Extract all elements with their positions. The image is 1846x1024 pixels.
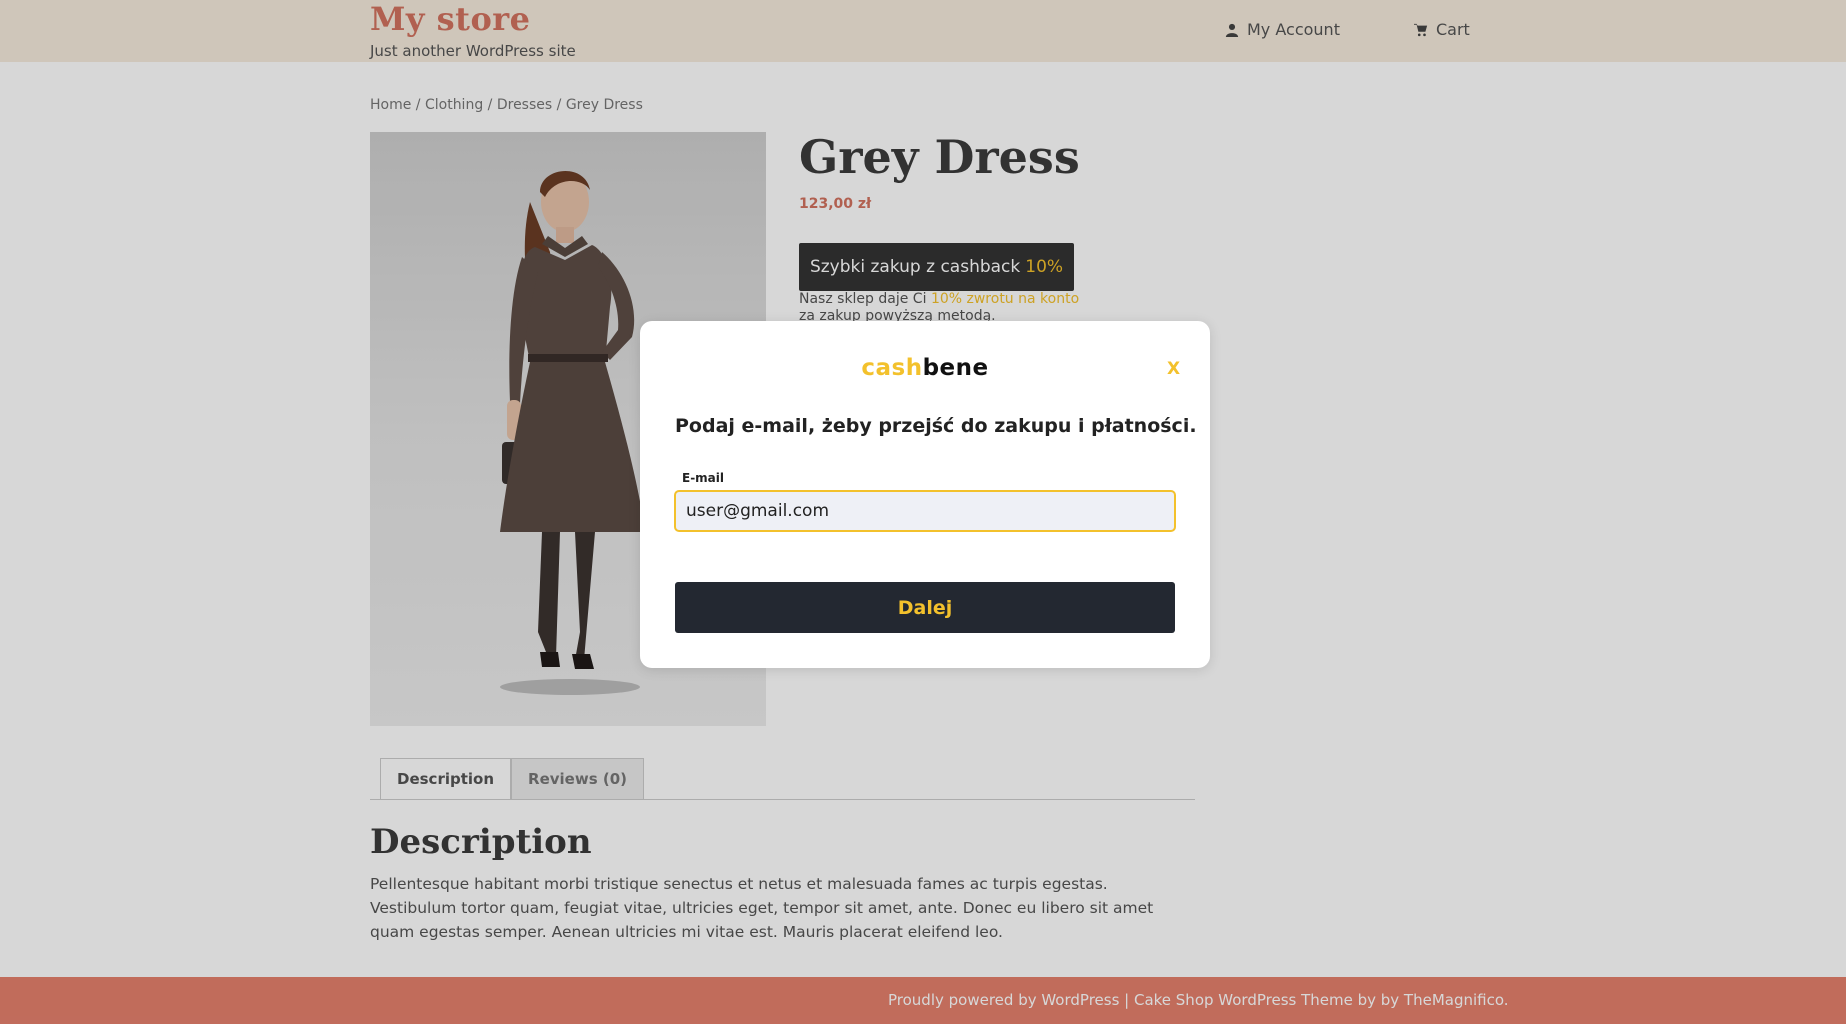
logo-bene: bene [922,355,989,381]
dalej-button[interactable]: Dalej [675,582,1175,633]
modal-heading: Podaj e-mail, żeby przejść do zakupu i p… [675,415,1197,437]
cashbene-modal: cashbene X Podaj e-mail, żeby przejść do… [640,321,1210,668]
logo-cash: cash [861,355,923,381]
email-label: E-mail [682,471,725,485]
cashbene-logo: cashbene [640,355,1210,381]
email-field[interactable] [674,490,1176,532]
close-icon[interactable]: X [1167,359,1180,379]
